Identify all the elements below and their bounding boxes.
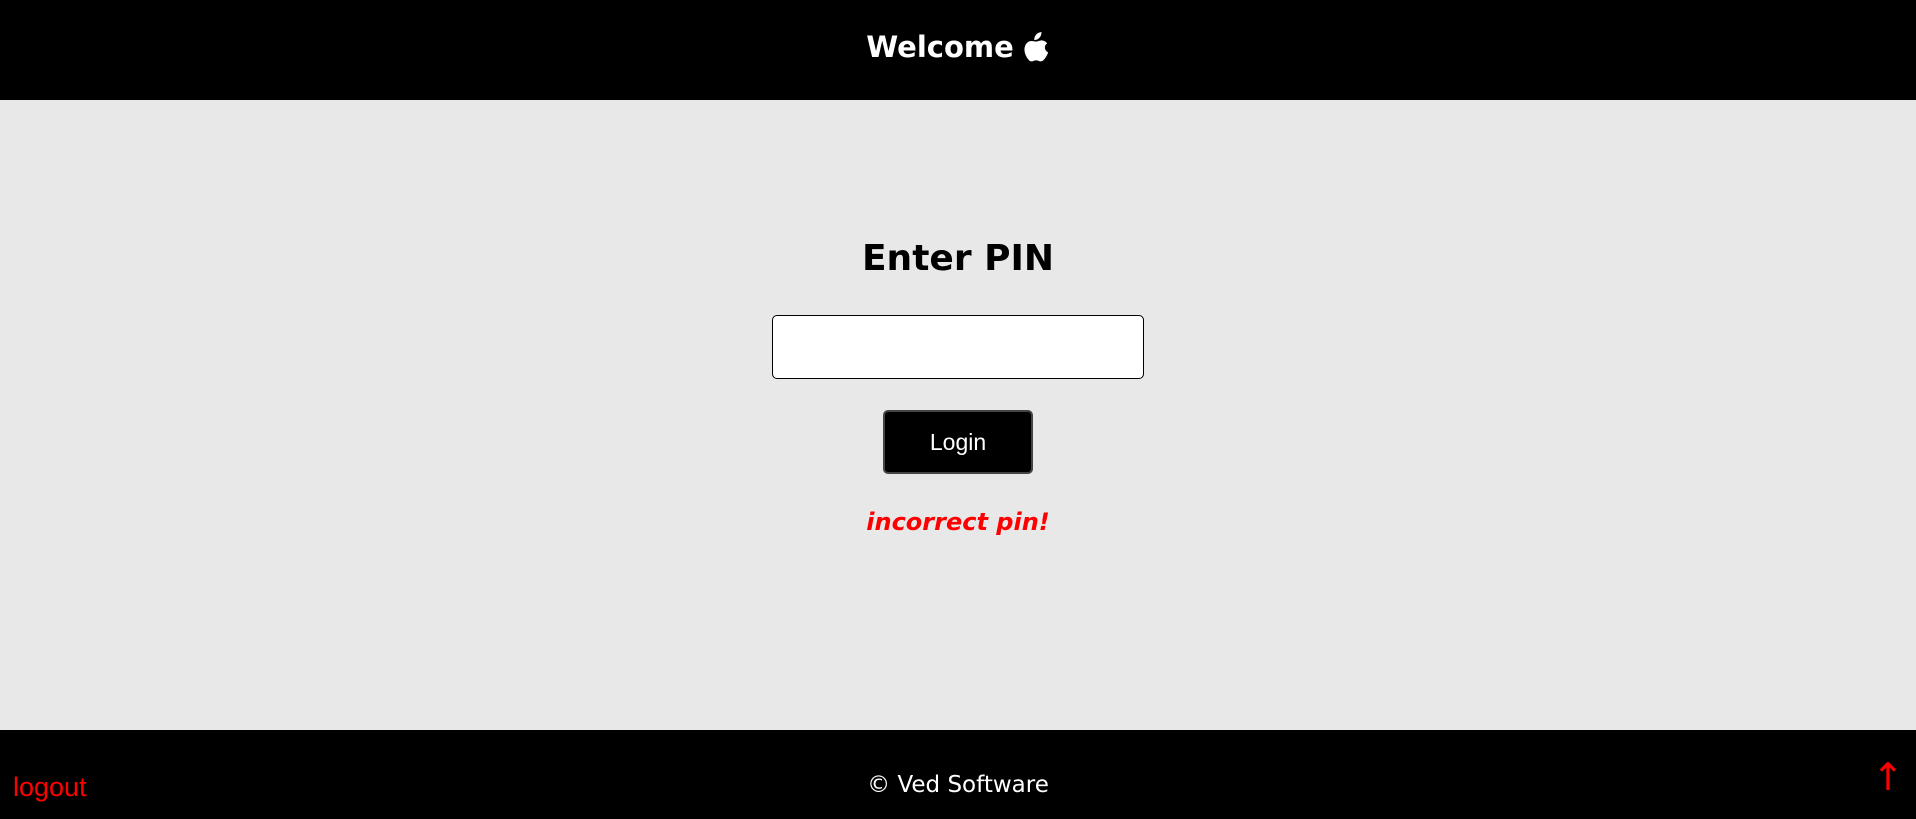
error-message: incorrect pin! [866,508,1050,536]
welcome-title-text: Welcome [866,30,1014,64]
apple-icon [1022,30,1050,64]
pin-input[interactable] [772,315,1144,379]
page: Welcome Enter PIN Login incorrect pin! l… [0,0,1916,819]
header: Welcome [0,0,1916,100]
arrow-up-icon[interactable]: ↑ [1872,758,1904,796]
copyright-text: © Ved Software [867,772,1049,798]
main-content: Enter PIN Login incorrect pin! [0,100,1916,730]
footer: logout © Ved Software ↑ [0,730,1916,819]
welcome-title: Welcome [866,30,1050,64]
login-button[interactable]: Login [883,410,1033,474]
enter-pin-heading: Enter PIN [861,238,1055,279]
